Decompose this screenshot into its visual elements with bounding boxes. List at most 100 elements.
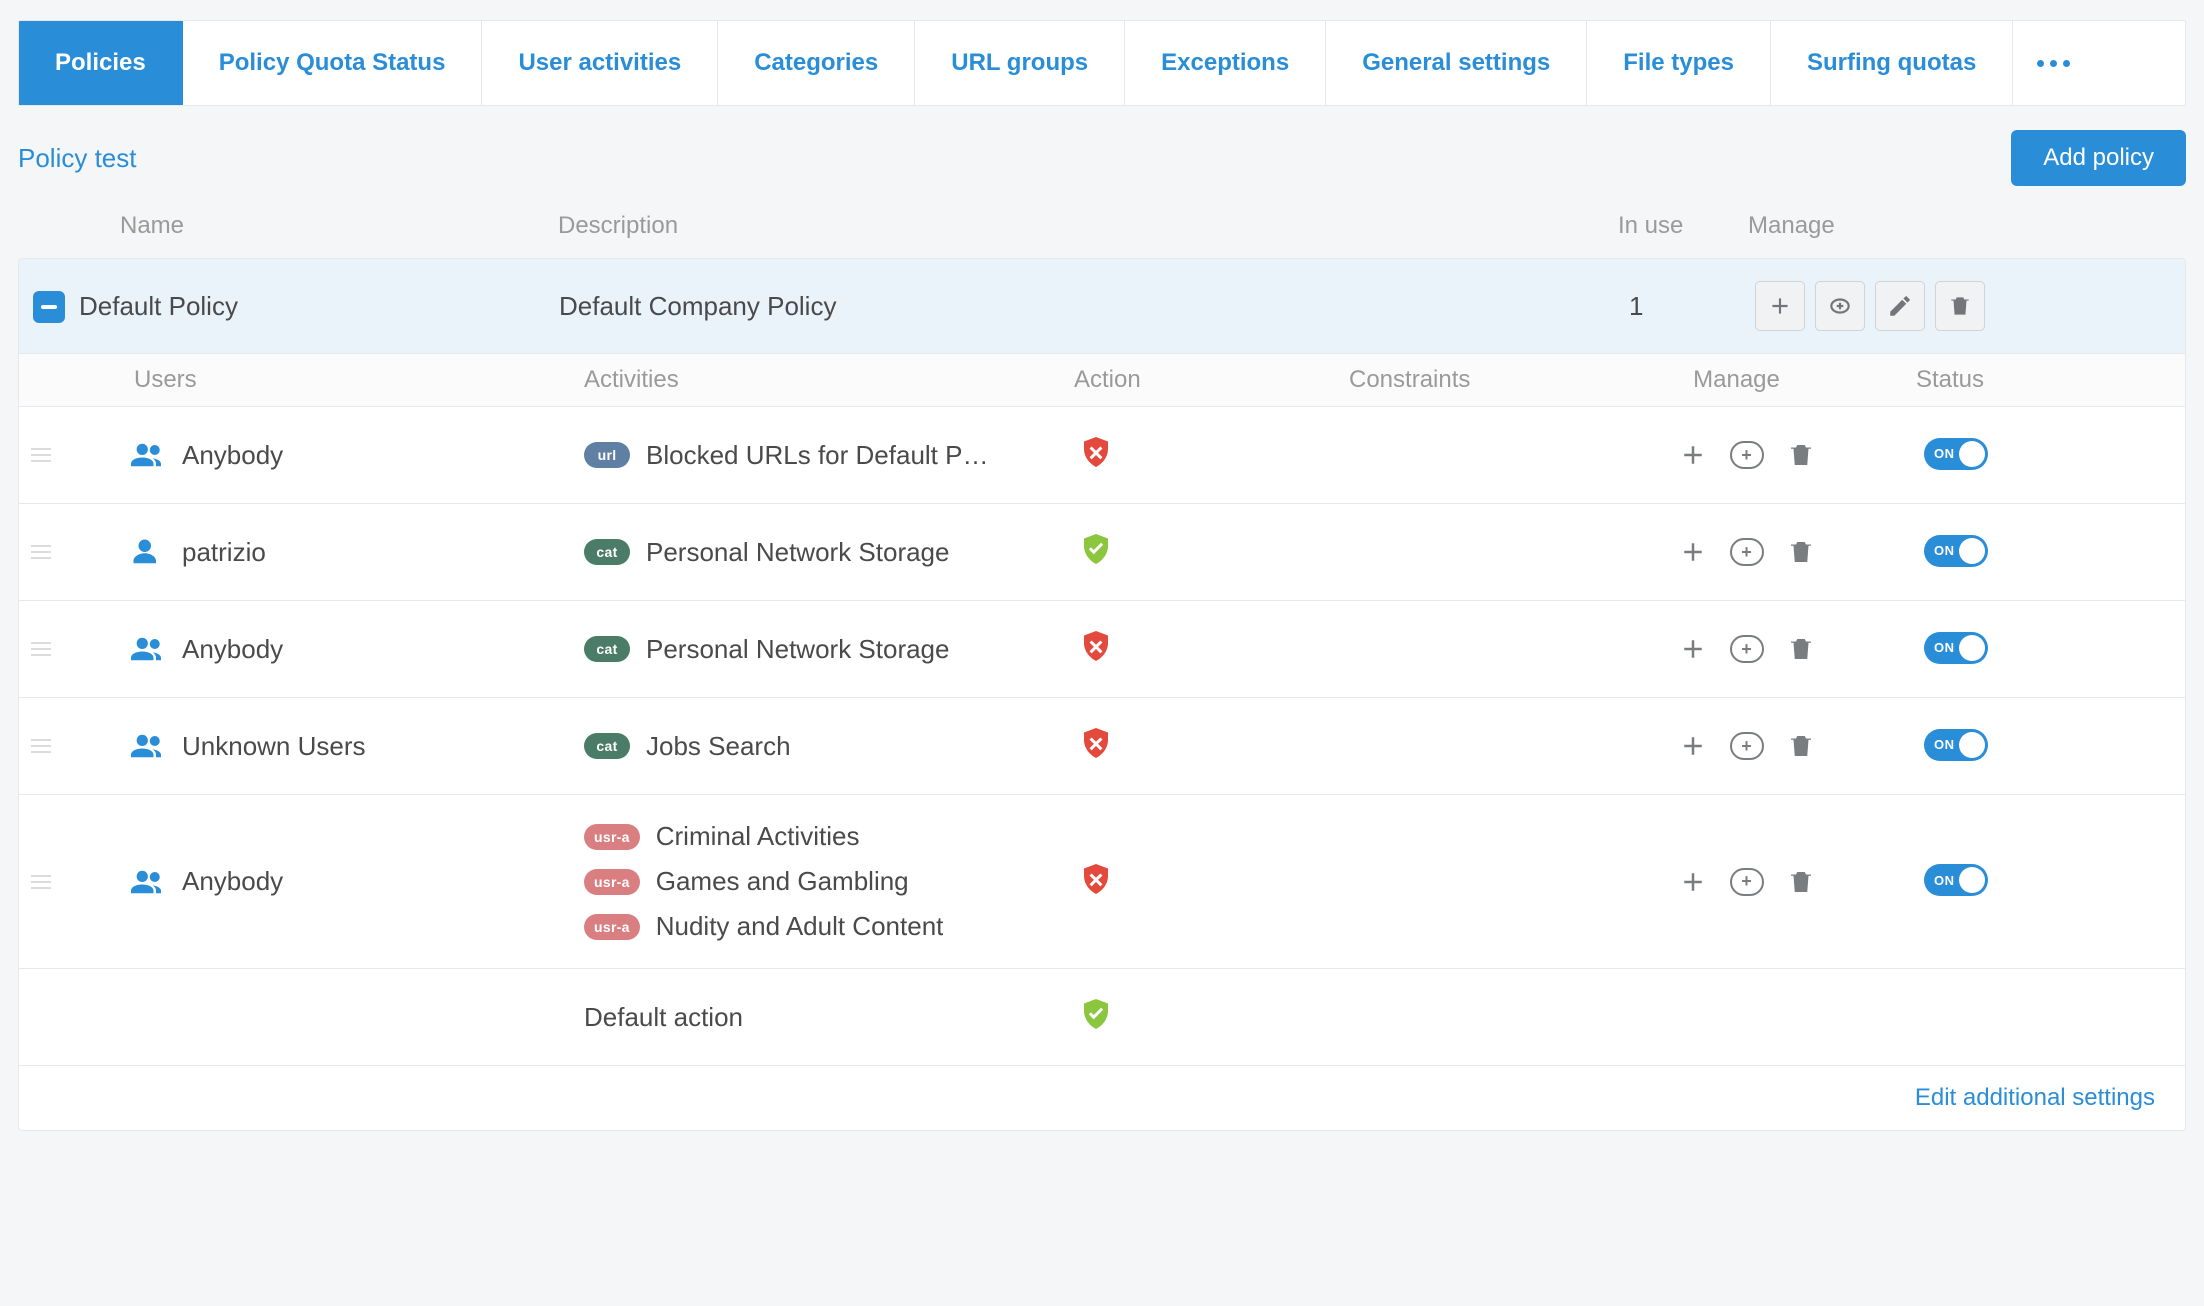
shield-block-icon [1078,860,1114,898]
user-label: Anybody [182,440,283,471]
activities-cell: Default action [584,1002,1074,1033]
col-inuse-header: In use [1618,212,1748,240]
status-toggle[interactable]: ON [1924,535,1988,567]
tabs-more-button[interactable] [2013,21,2093,105]
shield-block-icon [1078,433,1114,471]
tab-surfing-quotas[interactable]: Surfing quotas [1771,21,2013,105]
drag-handle[interactable] [19,642,74,656]
activities-cell: usr-a Criminal Activities usr-aGames and G… [584,821,1074,942]
policy-test-link[interactable]: Policy test [18,143,137,174]
col-status-header: Status [1874,366,2014,394]
activity-label: Personal Network Storage [646,537,949,568]
col-action-header: Action [1074,366,1349,394]
rule-clone-button[interactable] [1730,635,1764,663]
policy-name: Default Policy [79,291,559,322]
rule-delete-button[interactable] [1786,537,1816,567]
activity-label: Nudity and Adult Content [656,911,944,942]
activity-badge-cat: cat [584,733,630,759]
add-policy-button[interactable]: Add policy [2011,130,2186,186]
user-label: Anybody [182,866,283,897]
status-cell: ON [1874,632,2014,667]
tab-exceptions[interactable]: Exceptions [1125,21,1326,105]
activity-badge-usra: usr-a [584,824,640,850]
activity-badge-usra: usr-a [584,869,640,895]
user-label: Unknown Users [182,731,366,762]
rule-manage-cell [1619,731,1874,761]
rule-add-button[interactable] [1678,537,1708,567]
activity-label: Criminal Activities [656,821,860,852]
activities-cell: cat Personal Network Storage [584,537,1074,568]
activity-item: usr-a Criminal Activities [584,821,1054,852]
rule-add-button[interactable] [1678,731,1708,761]
status-cell: ON [1874,438,2014,473]
rule-add-button[interactable] [1678,634,1708,664]
activity-item: usr-aGames and Gambling [584,866,1054,897]
user-label: Anybody [182,634,283,665]
activities-cell: cat Jobs Search [584,731,1074,762]
user-label: patrizio [182,537,266,568]
edit-additional-settings-link[interactable]: Edit additional settings [1915,1084,2155,1111]
shield-block-icon [1078,627,1114,665]
tab-general-settings[interactable]: General settings [1326,21,1587,105]
shield-block-icon [1078,724,1114,762]
status-toggle[interactable]: ON [1924,632,1988,664]
tab-user-activities[interactable]: User activities [482,21,718,105]
tab-url-groups[interactable]: URL groups [915,21,1125,105]
status-toggle[interactable]: ON [1924,864,1988,896]
policy-manage-actions [1749,281,2099,331]
subbar: Policy test Add policy [18,130,2186,186]
action-cell [1074,530,1349,574]
rule-clone-button[interactable] [1730,441,1764,469]
drag-handle[interactable] [19,875,74,889]
rule-manage-cell [1619,440,1874,470]
user-cell: Anybody [74,440,584,471]
rule-row: Anybody urlBlocked URLs for Default P… ON [19,407,2185,504]
rule-manage-cell [1619,867,1874,897]
rule-clone-button[interactable] [1730,732,1764,760]
rule-row: Default action [19,969,2185,1065]
users-group-icon [128,731,164,761]
activity-badge-cat: cat [584,539,630,565]
tab-file-types[interactable]: File types [1587,21,1771,105]
footer-row: Edit additional settings [19,1065,2185,1130]
action-cell [1074,860,1349,904]
rule-row: Anybody usr-a Criminal Activities usr-aGame… [19,795,2185,969]
policy-add-button[interactable] [1755,281,1805,331]
rule-delete-button[interactable] [1786,634,1816,664]
rule-add-button[interactable] [1678,867,1708,897]
tab-policies[interactable]: Policies [19,21,183,105]
rule-row: Unknown Users cat Jobs Search ON [19,698,2185,795]
collapse-icon[interactable] [33,291,65,323]
user-cell: patrizio [74,537,584,568]
rule-clone-button[interactable] [1730,868,1764,896]
rule-row: patrizio cat Personal Network Storage ON [19,504,2185,601]
inner-header-row: Users Activities Action Constraints Mana… [19,353,2185,407]
policy-edit-button[interactable] [1875,281,1925,331]
users-group-icon [128,634,164,664]
user-cell: Unknown Users [74,731,584,762]
status-toggle[interactable]: ON [1924,729,1988,761]
rule-manage-cell [1619,634,1874,664]
rule-delete-button[interactable] [1786,731,1816,761]
tabbar: PoliciesPolicy Quota StatusUser activiti… [18,20,2186,106]
activity-label: Blocked URLs for Default P… [646,440,988,471]
policy-delete-button[interactable] [1935,281,1985,331]
action-cell [1074,724,1349,768]
drag-handle[interactable] [19,739,74,753]
tab-categories[interactable]: Categories [718,21,915,105]
rule-manage-cell [1619,537,1874,567]
drag-handle[interactable] [19,545,74,559]
rule-clone-button[interactable] [1730,538,1764,566]
status-toggle[interactable]: ON [1924,438,1988,470]
tab-policy-quota-status[interactable]: Policy Quota Status [183,21,483,105]
rule-delete-button[interactable] [1786,440,1816,470]
activity-item: urlBlocked URLs for Default P… [584,440,1054,471]
activity-label: Jobs Search [646,731,791,762]
activities-cell: urlBlocked URLs for Default P… [584,440,1074,471]
rule-delete-button[interactable] [1786,867,1816,897]
drag-handle[interactable] [19,448,74,462]
rule-add-button[interactable] [1678,440,1708,470]
status-cell: ON [1874,864,2014,899]
status-cell: ON [1874,535,2014,570]
policy-clone-button[interactable] [1815,281,1865,331]
